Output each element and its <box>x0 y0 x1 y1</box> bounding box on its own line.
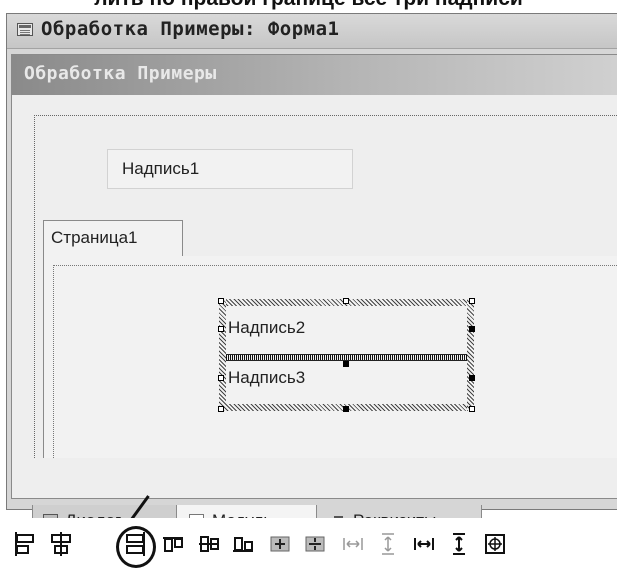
center-both-icon[interactable] <box>482 526 508 562</box>
form-header: Обработка Примеры <box>12 55 617 95</box>
resize-handle-label3-left[interactable] <box>218 375 224 381</box>
designer-window: Обработка Примеры: Форма1 Обработка Прим… <box>6 13 617 539</box>
equal-width-icon[interactable] <box>411 526 437 562</box>
resize-handle-bottom-left[interactable] <box>218 406 224 412</box>
align-middle-icon[interactable] <box>196 526 222 562</box>
label-1[interactable]: Надпись1 <box>107 149 353 189</box>
form-window-icon <box>17 23 33 36</box>
resize-handle-label3-top[interactable] <box>343 361 349 367</box>
center-vertical-icon[interactable] <box>302 526 328 562</box>
selected-labels-group[interactable]: Надпись2 Надпись3 <box>218 298 475 412</box>
resize-handle-top-middle[interactable] <box>343 298 349 304</box>
page-body-frame: Надпись2 Надпись3 <box>53 265 617 458</box>
label-2[interactable]: Надпись2 <box>228 318 305 338</box>
center-horizontal-icon[interactable] <box>267 526 293 562</box>
tab-page-body: Надпись2 Надпись3 <box>43 256 617 458</box>
resize-handle-top-right[interactable] <box>469 298 475 304</box>
resize-handle-label2-right[interactable] <box>469 326 475 332</box>
tab-page-1[interactable]: Страница1 <box>43 220 183 256</box>
resize-handle-bottom-right[interactable] <box>469 406 475 412</box>
form-canvas: Обработка Примеры Надпись1 Страница1 Над… <box>11 54 617 539</box>
space-horizontal-icon[interactable] <box>340 526 366 562</box>
form-header-title: Обработка Примеры <box>24 63 217 84</box>
space-vertical-icon[interactable] <box>375 526 401 562</box>
align-top-icon[interactable] <box>160 526 186 562</box>
resize-handle-label2-left[interactable] <box>218 326 224 332</box>
splitter-bar[interactable] <box>226 354 467 361</box>
label-3[interactable]: Надпись3 <box>228 368 305 388</box>
align-center-vertical-icon[interactable] <box>48 526 74 562</box>
resize-handle-bottom-middle[interactable] <box>343 406 349 412</box>
highlight-circle <box>116 526 156 568</box>
equal-height-icon[interactable] <box>446 526 472 562</box>
window-title: Обработка Примеры: Форма1 <box>41 18 340 40</box>
form-panel: Надпись1 Страница1 Надпись2 Надпись3 <box>34 115 617 458</box>
window-titlebar[interactable]: Обработка Примеры: Форма1 <box>7 14 617 49</box>
resize-handle-top-left[interactable] <box>218 298 224 304</box>
align-bottom-icon[interactable] <box>230 526 256 562</box>
selection-border-left <box>219 299 226 411</box>
align-toolbar <box>0 518 617 570</box>
selection-border-right <box>467 299 474 411</box>
align-left-icon[interactable] <box>12 526 38 562</box>
resize-handle-label3-right[interactable] <box>469 375 475 381</box>
page-caption: лить по правой границе все три надписи <box>0 0 617 11</box>
